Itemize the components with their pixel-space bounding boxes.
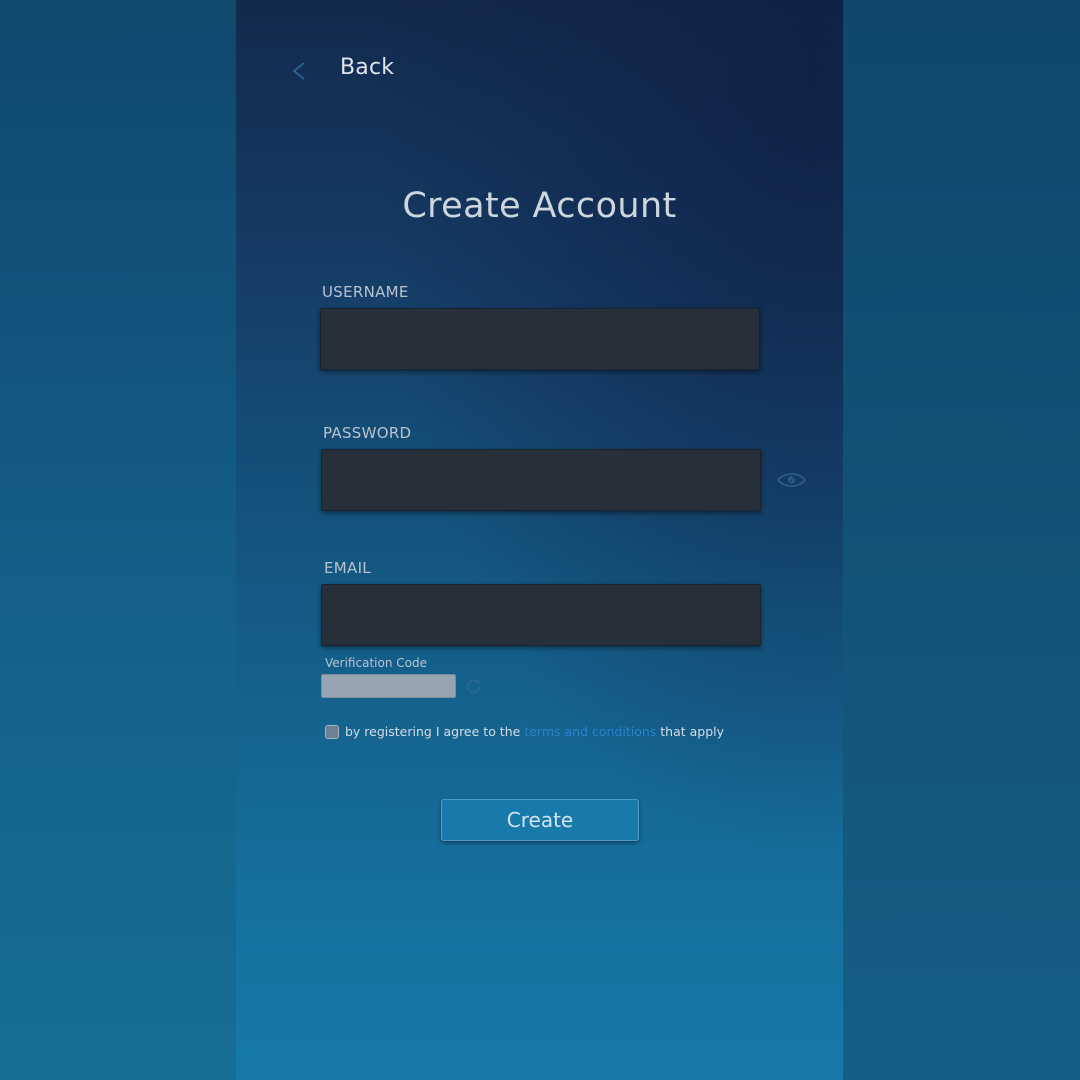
- verification-code-input[interactable]: [321, 674, 456, 698]
- chevron-left-icon[interactable]: [289, 61, 307, 81]
- background-right: [843, 0, 1080, 1080]
- background-left: [0, 0, 236, 1080]
- terms-link[interactable]: terms and conditions: [524, 724, 656, 739]
- password-input[interactable]: [321, 449, 761, 511]
- refresh-icon[interactable]: [465, 678, 482, 695]
- email-label: EMAIL: [324, 559, 371, 577]
- terms-text: by registering I agree to the terms and …: [345, 724, 724, 739]
- username-input[interactable]: [320, 308, 760, 370]
- verification-code-label: Verification Code: [325, 656, 427, 670]
- create-button[interactable]: Create: [441, 799, 639, 841]
- back-link[interactable]: Back: [340, 55, 394, 80]
- password-label: PASSWORD: [323, 424, 412, 442]
- eye-icon[interactable]: [776, 469, 807, 491]
- form-panel: [236, 0, 843, 1080]
- email-input[interactable]: [321, 584, 761, 646]
- username-label: USERNAME: [322, 283, 409, 301]
- terms-suffix: that apply: [660, 724, 725, 739]
- terms-checkbox[interactable]: [325, 725, 339, 739]
- page-title: Create Account: [402, 186, 677, 226]
- terms-prefix: by registering I agree to the: [345, 724, 521, 739]
